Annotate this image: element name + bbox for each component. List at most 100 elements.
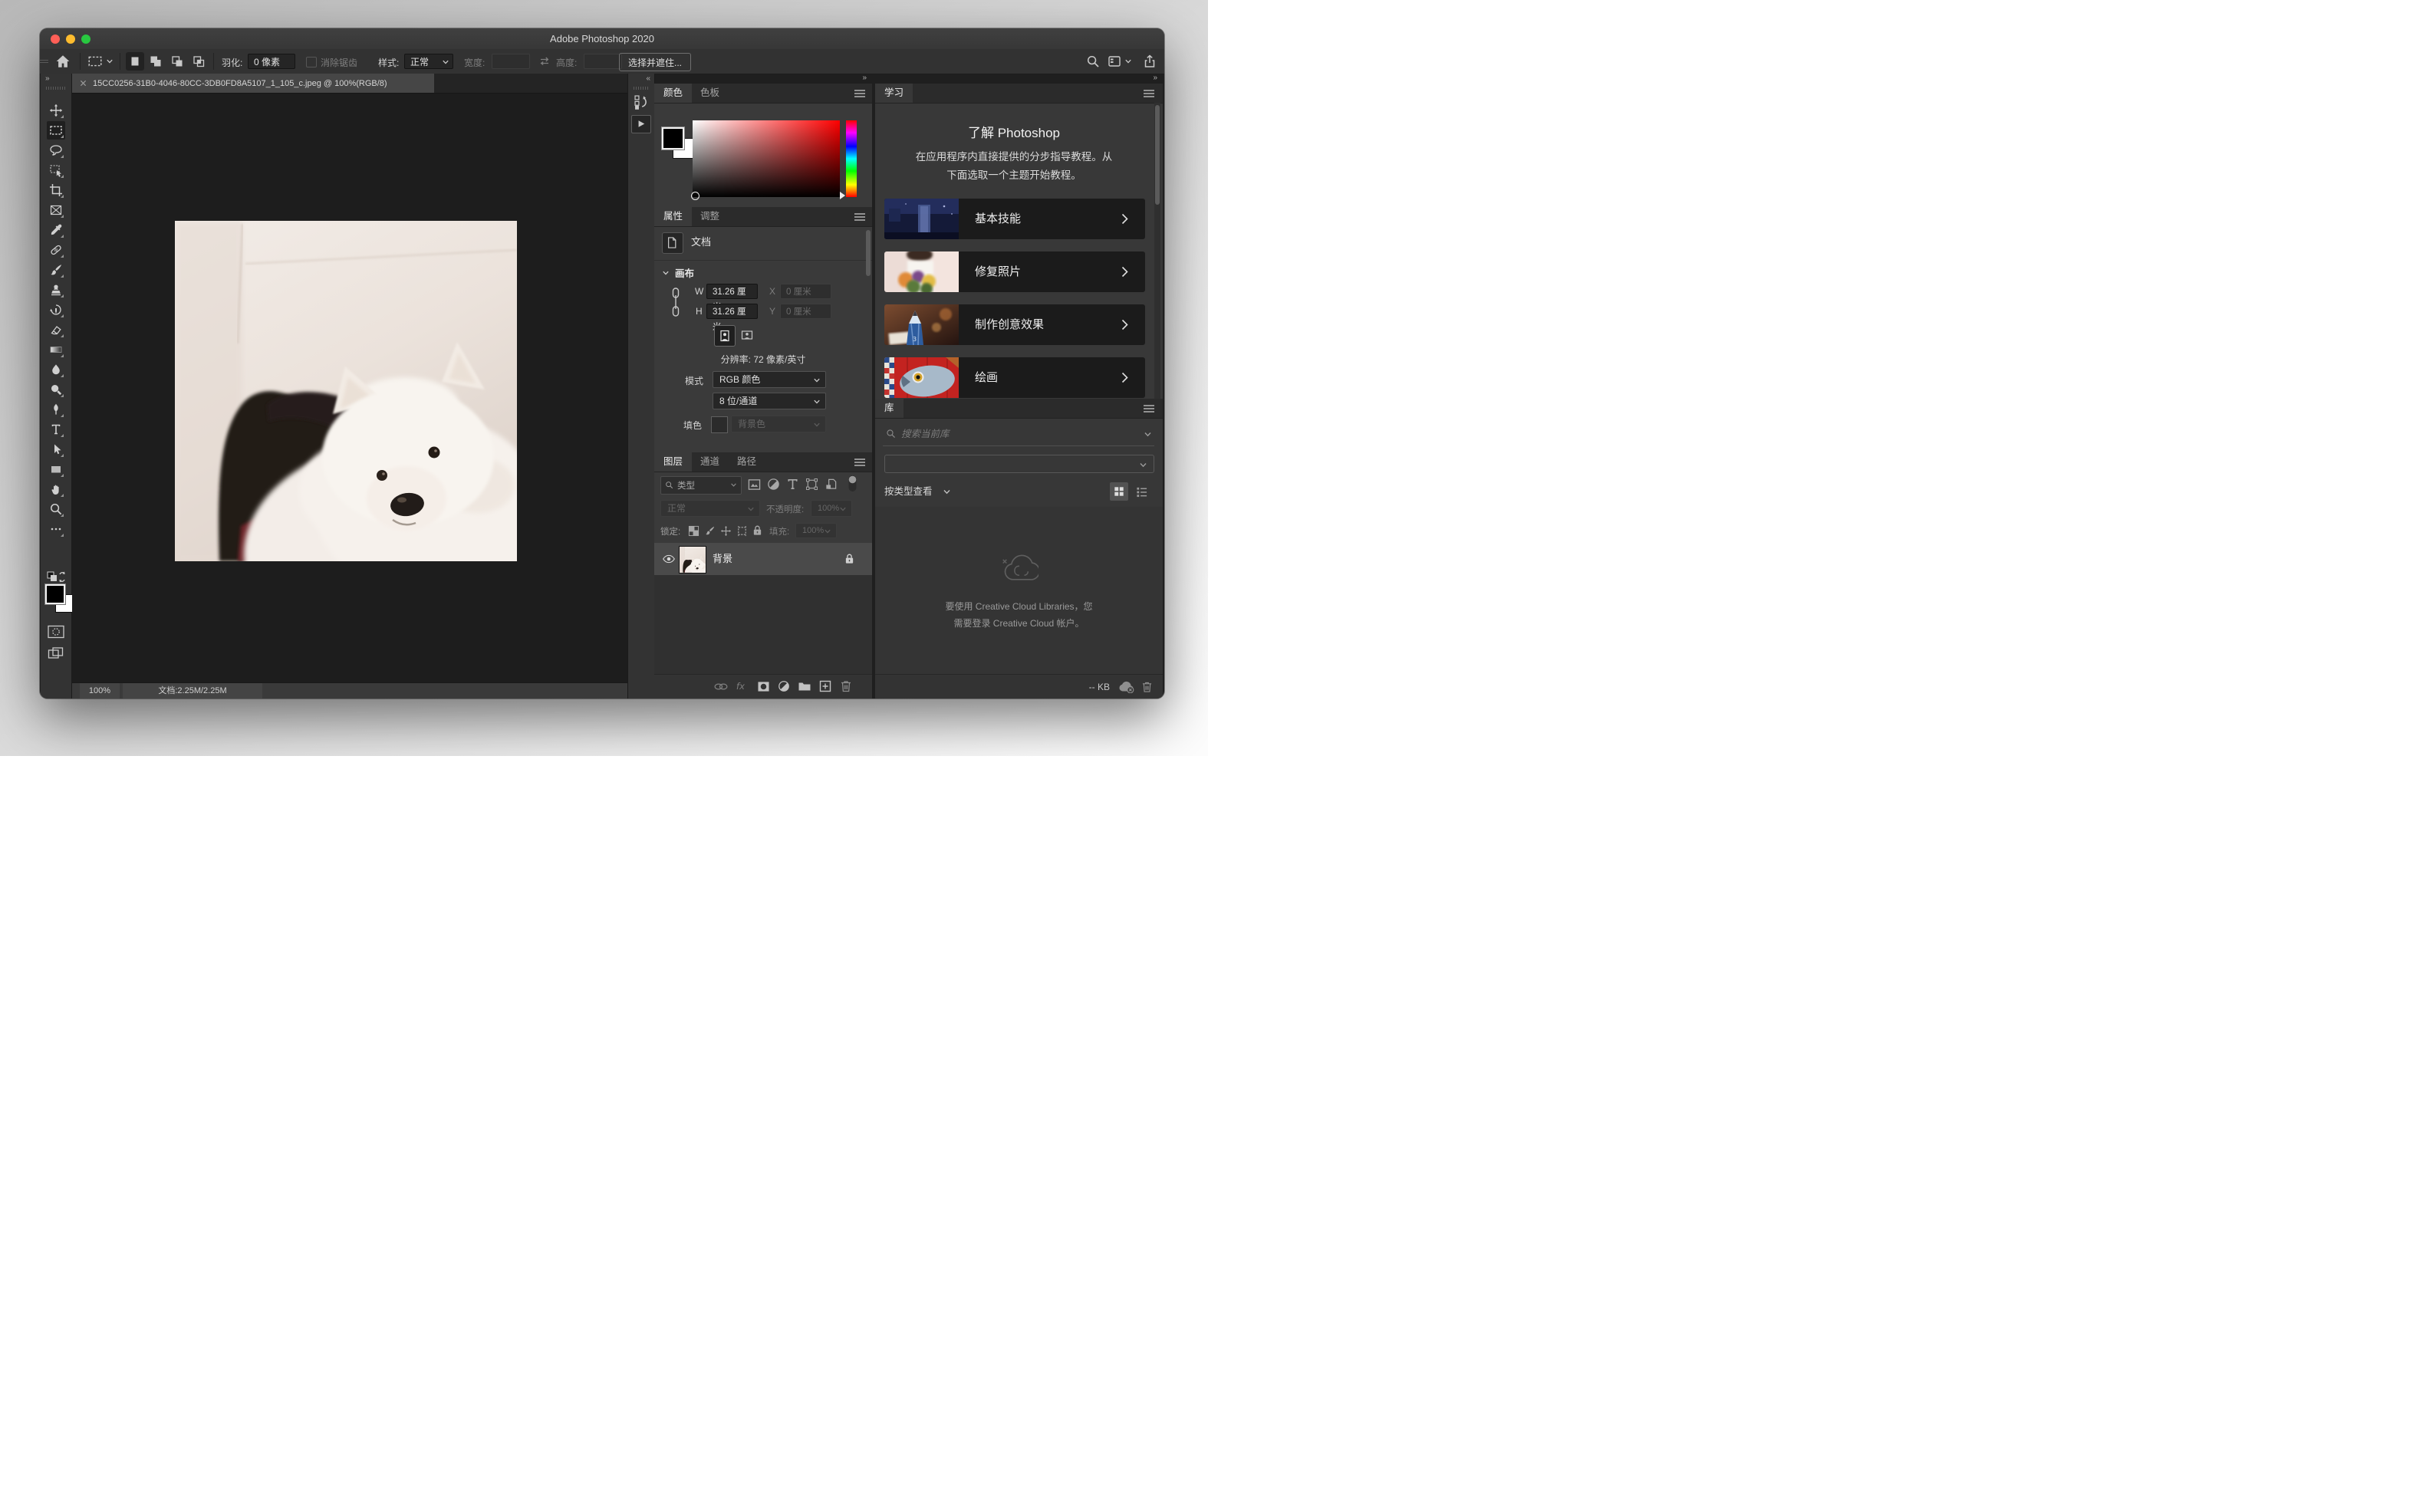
tab-swatches[interactable]: 色板 (691, 84, 729, 103)
grid-view-button[interactable] (1110, 482, 1128, 501)
rectangular-marquee-tool[interactable] (47, 121, 65, 140)
rectangle-tool[interactable] (47, 460, 65, 478)
lock-transparency-icon[interactable] (688, 525, 699, 537)
fill-dropdown[interactable]: 背景色 (731, 416, 826, 432)
document-size-info[interactable]: 文档:2.25M/2.25M (123, 683, 262, 698)
layer-style-fx-icon[interactable]: fx (736, 680, 749, 692)
layer-filter-dropdown[interactable]: 类型 (660, 476, 742, 495)
workspace-icon[interactable] (1108, 54, 1121, 68)
type-tool[interactable] (47, 420, 65, 439)
tools-collapse-icon[interactable]: » (45, 74, 49, 83)
color-mode-dropdown[interactable]: RGB 颜色 (713, 371, 826, 388)
eraser-tool[interactable] (47, 320, 65, 339)
color-picker-indicator[interactable] (691, 192, 699, 200)
library-select-dropdown[interactable] (884, 455, 1154, 473)
history-brush-tool[interactable] (47, 301, 65, 319)
layer-visibility-eye-icon[interactable] (662, 554, 676, 564)
filter-smart-objects-icon[interactable] (825, 478, 838, 491)
antialias-checkbox[interactable] (306, 57, 317, 67)
canvas-image[interactable] (175, 221, 517, 561)
style-dropdown[interactable]: 正常 (404, 54, 453, 69)
edit-toolbar-ellipsis[interactable] (47, 520, 65, 538)
pen-tool[interactable] (47, 400, 65, 419)
learn-collapse-icon[interactable]: » (1153, 74, 1157, 82)
home-icon[interactable] (55, 54, 71, 69)
move-tool[interactable] (47, 101, 65, 120)
select-and-mask-button[interactable]: 选择并遮住... (619, 53, 691, 71)
eyedropper-tool[interactable] (47, 221, 65, 239)
link-dimensions-icon[interactable] (671, 285, 680, 319)
swap-dimensions-icon[interactable] (538, 54, 551, 68)
filter-adjustment-layers-icon[interactable] (767, 478, 780, 491)
add-to-selection-icon[interactable] (149, 54, 163, 68)
panels-collapse-icon[interactable]: » (862, 74, 866, 82)
opacity-input[interactable]: 100% (811, 500, 852, 517)
filter-pixel-layers-icon[interactable] (748, 478, 761, 491)
new-group-icon[interactable] (798, 681, 811, 692)
swap-colors-icon[interactable] (46, 570, 66, 584)
learn-card-creative-effects[interactable]: 3 制作创意效果 (884, 304, 1145, 345)
orientation-portrait-button[interactable] (714, 325, 736, 347)
tab-layers[interactable]: 图层 (654, 452, 692, 472)
new-selection-button[interactable] (126, 52, 144, 71)
share-icon[interactable] (1143, 54, 1157, 68)
layer-filter-toggle[interactable] (848, 474, 857, 494)
height-input[interactable] (584, 54, 622, 69)
cloud-offline-icon[interactable] (1117, 681, 1134, 693)
hue-slider-indicator[interactable] (840, 192, 845, 199)
canvas-y-input[interactable]: 0 厘米 (780, 304, 831, 319)
new-layer-icon[interactable] (819, 680, 831, 692)
active-tool-icon[interactable] (87, 54, 103, 69)
intersect-selection-icon[interactable] (192, 54, 206, 68)
libraries-search-chevron-icon[interactable] (1144, 430, 1152, 439)
lock-pixels-icon[interactable] (704, 525, 716, 537)
screen-mode-icon[interactable] (47, 646, 65, 661)
blur-tool[interactable] (47, 360, 65, 379)
properties-scrollbar[interactable] (866, 230, 871, 276)
learn-panel-menu-icon[interactable] (1143, 89, 1155, 98)
frame-tool[interactable] (47, 201, 65, 219)
canvas-x-input[interactable]: 0 厘米 (780, 284, 831, 299)
subtract-from-selection-icon[interactable] (170, 54, 184, 68)
path-selection-tool[interactable] (47, 440, 65, 459)
quick-mask-icon[interactable] (47, 624, 65, 639)
learn-card-retouch-photos[interactable]: 修复照片 (884, 251, 1145, 292)
blend-mode-dropdown[interactable]: 正常 (660, 500, 760, 517)
brush-tool[interactable] (47, 261, 65, 279)
libraries-panel-menu-icon[interactable] (1143, 404, 1155, 413)
tab-adjustments[interactable]: 调整 (691, 207, 729, 226)
tab-channels[interactable]: 通道 (691, 452, 729, 472)
filter-type-layers-icon[interactable] (786, 478, 799, 491)
tab-color[interactable]: 颜色 (654, 84, 692, 103)
fill-color-swatch[interactable] (711, 416, 728, 433)
zoom-level[interactable]: 100% (80, 683, 120, 698)
color-panel-menu-icon[interactable] (854, 89, 866, 98)
layers-panel-menu-icon[interactable] (854, 458, 866, 467)
minidock-expand-icon[interactable]: « (646, 74, 650, 83)
learn-card-painting[interactable]: 绘画 (884, 357, 1145, 398)
canvas-w-input[interactable]: 31.26 厘米 (706, 284, 758, 299)
foreground-color-swatch[interactable] (45, 584, 65, 604)
lock-position-icon[interactable] (720, 525, 732, 537)
add-layer-mask-icon[interactable] (757, 681, 770, 692)
hue-slider[interactable] (846, 120, 857, 197)
view-by-type-chevron-icon[interactable] (943, 488, 951, 496)
view-by-type-dropdown[interactable]: 按类型查看 (884, 482, 933, 501)
tab-paths[interactable]: 路径 (728, 452, 765, 472)
crop-tool[interactable] (47, 181, 65, 199)
bit-depth-dropdown[interactable]: 8 位/通道 (713, 393, 826, 409)
spot-healing-brush-tool[interactable] (47, 241, 65, 259)
adjustment-layer-icon[interactable] (778, 680, 790, 692)
layer-thumbnail[interactable] (679, 546, 706, 574)
color-foreground-swatch[interactable] (662, 127, 684, 150)
history-panel-icon[interactable] (633, 94, 650, 110)
document-tab[interactable]: 15CC0256-31B0-4046-80CC-3DB0FD8A5107_1_1… (72, 74, 434, 93)
dodge-tool[interactable] (47, 380, 65, 399)
zoom-tool[interactable] (47, 500, 65, 518)
tab-libraries[interactable]: 库 (875, 399, 904, 418)
libraries-search-input[interactable]: 搜索当前库 (901, 424, 950, 444)
canvas-section-chevron-icon[interactable] (662, 269, 670, 277)
lock-all-icon[interactable] (752, 524, 762, 537)
lasso-tool[interactable] (47, 141, 65, 159)
tool-preset-chevron-icon[interactable] (106, 58, 114, 65)
